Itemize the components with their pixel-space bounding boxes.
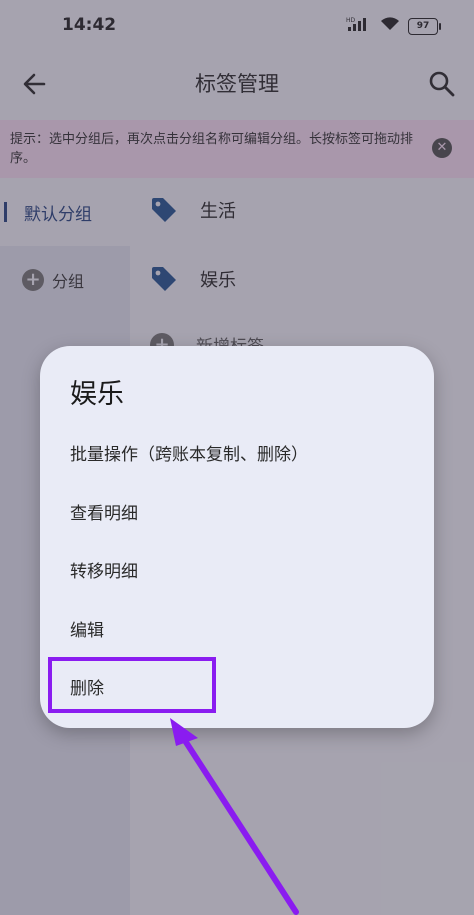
screen: 14:42 HD 97 标签管理 提示：选中分组后，再次点击分组名称可编辑分组。… <box>0 0 474 915</box>
annotation-arrow <box>170 718 299 915</box>
